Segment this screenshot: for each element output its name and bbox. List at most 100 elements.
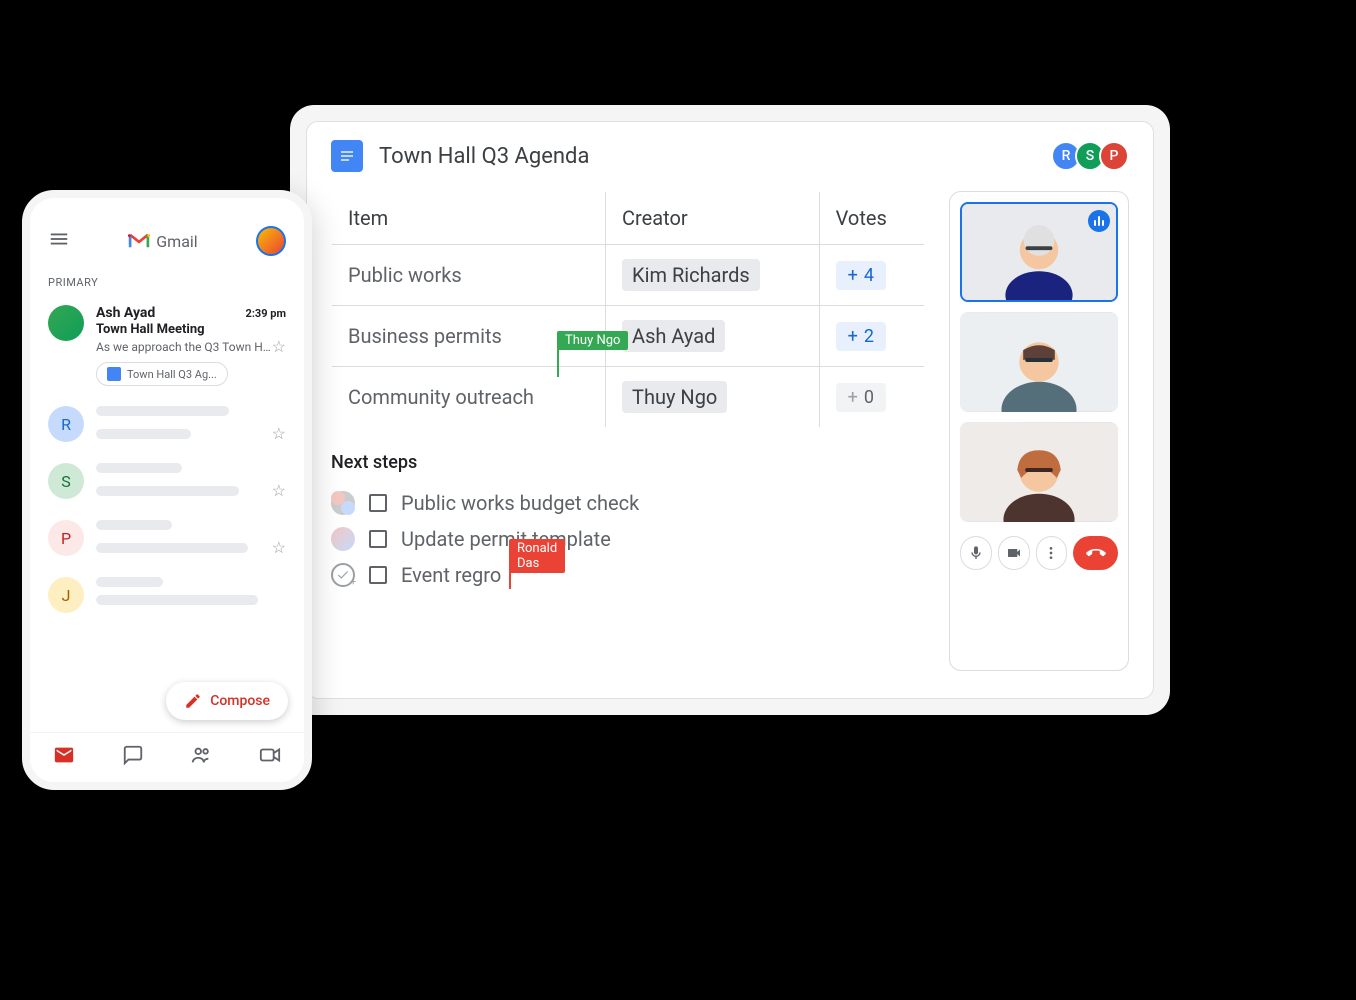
- table-row[interactable]: Community outreach Thuy Ngo +0: [332, 367, 925, 428]
- vote-chip[interactable]: +2: [836, 322, 886, 351]
- step-text[interactable]: Update permit template: [401, 527, 611, 551]
- next-steps-section[interactable]: Next steps Public works budget check Upd…: [331, 452, 925, 593]
- more-vertical-icon: [1043, 545, 1059, 561]
- collaborator-avatar-p[interactable]: P: [1099, 141, 1129, 171]
- hamburger-icon: [48, 228, 70, 250]
- profile-avatar[interactable]: [256, 226, 286, 256]
- email-item[interactable]: Ash Ayad 2:39 pm Town Hall Meeting As we…: [30, 295, 304, 396]
- pencil-icon: [184, 692, 202, 710]
- docs-lines-icon: [339, 148, 355, 164]
- checkbox[interactable]: [369, 566, 387, 584]
- mail-icon: [53, 744, 75, 766]
- table-header-row: Item Creator Votes: [332, 192, 925, 245]
- step-text[interactable]: Event regro Ronald Das: [401, 563, 501, 587]
- email-item-skeleton[interactable]: S ☆: [30, 453, 304, 510]
- assign-task-icon[interactable]: +: [331, 563, 355, 587]
- email-content: Ash Ayad 2:39 pm Town Hall Meeting As we…: [96, 305, 286, 386]
- collaborator-cursor-label-red: Ronald Das: [509, 539, 565, 573]
- vote-chip[interactable]: +4: [836, 261, 886, 290]
- star-icon[interactable]: ☆: [272, 481, 286, 500]
- header-creator: Creator: [606, 192, 820, 245]
- email-attachment-chip[interactable]: Town Hall Q3 Ag...: [96, 362, 228, 386]
- docs-title[interactable]: Town Hall Q3 Agenda: [379, 144, 1057, 169]
- cell-creator[interactable]: Thuy Ngo: [606, 367, 820, 428]
- collaborator-avatars: R S P: [1057, 141, 1129, 171]
- star-icon[interactable]: ☆: [272, 424, 286, 443]
- mic-icon: [968, 545, 984, 561]
- step-row[interactable]: Update permit template: [331, 521, 925, 557]
- gmail-logo[interactable]: Gmail: [70, 232, 256, 251]
- person-illustration: [960, 312, 1118, 412]
- bottom-nav: [30, 732, 304, 782]
- gmail-header: Gmail: [30, 218, 304, 270]
- meet-participant-tile[interactable]: [960, 312, 1118, 412]
- step-row[interactable]: + Event regro Ronald Das: [331, 557, 925, 593]
- creator-chip[interactable]: Ash Ayad: [622, 320, 725, 352]
- compose-label: Compose: [210, 693, 270, 709]
- sender-avatar[interactable]: S: [48, 463, 84, 499]
- skeleton-text: [96, 406, 229, 416]
- docs-app-icon[interactable]: [331, 140, 363, 172]
- menu-button[interactable]: [48, 228, 70, 254]
- docs-window: Town Hall Q3 Agenda R S P Item Creator V…: [306, 121, 1154, 699]
- step-row[interactable]: Public works budget check: [331, 485, 925, 521]
- creator-chip[interactable]: Kim Richards: [622, 259, 760, 291]
- email-item-skeleton[interactable]: R ☆: [30, 396, 304, 453]
- nav-mail-button[interactable]: [53, 744, 75, 771]
- compose-button[interactable]: Compose: [166, 682, 288, 720]
- meet-panel: [949, 191, 1129, 671]
- inbox-tab-label[interactable]: PRIMARY: [30, 270, 304, 295]
- collaborator-cursor-green: [557, 349, 559, 377]
- video-icon: [259, 744, 281, 766]
- mic-button[interactable]: [960, 536, 992, 570]
- skeleton-text: [96, 463, 182, 473]
- cell-creator[interactable]: Kim Richards: [606, 245, 820, 306]
- cell-item[interactable]: Community outreach: [332, 367, 606, 428]
- vote-chip[interactable]: +0: [836, 383, 886, 412]
- star-icon[interactable]: ☆: [272, 538, 286, 557]
- cell-creator[interactable]: Ash Ayad: [606, 306, 820, 367]
- table-row[interactable]: Public works Kim Richards +4: [332, 245, 925, 306]
- checkbox[interactable]: [369, 530, 387, 548]
- hangup-button[interactable]: [1073, 536, 1118, 570]
- step-text[interactable]: Public works budget check: [401, 491, 639, 515]
- cell-votes[interactable]: +4: [819, 245, 924, 306]
- skeleton-text: [96, 486, 239, 496]
- assignee-avatar[interactable]: [331, 527, 355, 551]
- email-preview: As we approach the Q3 Town Ha...: [96, 340, 272, 354]
- email-item-skeleton[interactable]: J: [30, 567, 304, 623]
- camera-button[interactable]: [998, 536, 1030, 570]
- collaborator-cursor-label-green: Thuy Ngo: [557, 331, 628, 350]
- nav-spaces-button[interactable]: [190, 744, 212, 771]
- nav-chat-button[interactable]: [122, 744, 144, 771]
- skeleton-text: [96, 595, 258, 605]
- sender-avatar[interactable]: R: [48, 406, 84, 442]
- cell-item[interactable]: Public works: [332, 245, 606, 306]
- star-icon[interactable]: ☆: [272, 337, 286, 356]
- person-illustration: [960, 422, 1118, 522]
- sender-avatar[interactable]: P: [48, 520, 84, 556]
- checkbox[interactable]: [369, 494, 387, 512]
- sender-avatar[interactable]: [48, 305, 84, 341]
- sender-avatar[interactable]: J: [48, 577, 84, 613]
- gmail-app-name: Gmail: [156, 232, 197, 251]
- nav-meet-button[interactable]: [259, 744, 281, 771]
- creator-chip[interactable]: Thuy Ngo: [622, 381, 727, 413]
- docs-content[interactable]: Item Creator Votes Public works Kim Rich…: [331, 191, 925, 671]
- header-votes: Votes: [819, 192, 924, 245]
- cell-votes[interactable]: +2: [819, 306, 924, 367]
- assignee-avatar-dual[interactable]: [331, 491, 355, 515]
- attachment-name: Town Hall Q3 Ag...: [127, 368, 217, 381]
- agenda-table[interactable]: Item Creator Votes Public works Kim Rich…: [331, 191, 925, 428]
- gmail-m-icon: [128, 233, 150, 249]
- more-options-button[interactable]: [1036, 536, 1068, 570]
- plus-icon: +: [848, 387, 858, 408]
- phone-device: Gmail PRIMARY Ash Ayad 2:39 pm Town Hall…: [22, 190, 312, 790]
- laptop-device: Town Hall Q3 Agenda R S P Item Creator V…: [290, 105, 1170, 715]
- email-item-skeleton[interactable]: P ☆: [30, 510, 304, 567]
- meet-participant-tile[interactable]: [960, 422, 1118, 522]
- cell-votes[interactable]: +0: [819, 367, 924, 428]
- meet-participant-tile[interactable]: [960, 202, 1118, 302]
- skeleton-text: [96, 520, 172, 530]
- docs-body: Item Creator Votes Public works Kim Rich…: [307, 191, 1153, 695]
